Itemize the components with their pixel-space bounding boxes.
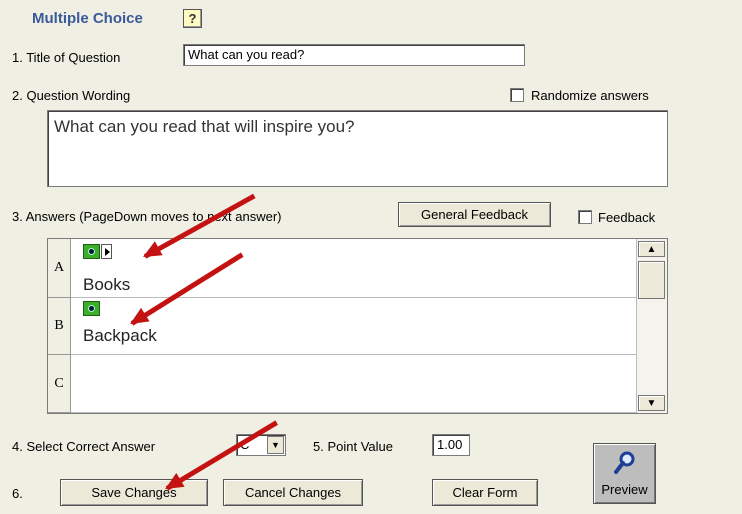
clear-form-button[interactable]: Clear Form xyxy=(432,479,538,506)
cancel-changes-button[interactable]: Cancel Changes xyxy=(223,479,363,506)
answer-text-a: Books xyxy=(83,275,131,294)
step-six-label: 6. xyxy=(12,486,23,501)
randomize-answers-label: Randomize answers xyxy=(531,88,649,103)
answer-text-b: Backpack xyxy=(83,326,157,345)
question-title-input[interactable]: What can you read? xyxy=(183,44,525,66)
scroll-down-button[interactable]: ▼ xyxy=(638,395,665,411)
scroll-thumb[interactable] xyxy=(638,261,665,299)
question-wording-textarea[interactable]: What can you read that will inspire you? xyxy=(47,110,668,187)
dropdown-arrow-icon[interactable]: ▼ xyxy=(267,436,284,454)
general-feedback-button[interactable]: General Feedback xyxy=(398,202,551,227)
answer-cell-c[interactable] xyxy=(71,355,636,413)
help-icon[interactable]: ? xyxy=(183,9,202,28)
form-title: Multiple Choice xyxy=(32,10,143,27)
row-header-d xyxy=(48,413,71,414)
question-wording-label: 2. Question Wording xyxy=(12,88,131,103)
preview-button[interactable]: Preview xyxy=(593,443,656,504)
feedback-label: Feedback xyxy=(598,210,656,225)
feedback-checkbox[interactable] xyxy=(578,210,592,224)
row-header-c: C xyxy=(48,355,71,413)
media-icon[interactable] xyxy=(83,244,100,259)
magnifier-icon xyxy=(614,451,635,474)
randomize-answers-checkbox[interactable] xyxy=(510,88,524,102)
scroll-up-button[interactable]: ▲ xyxy=(638,241,665,257)
save-changes-button[interactable]: Save Changes xyxy=(60,479,208,506)
row-header-a: A xyxy=(48,239,71,298)
question-title-label: 1. Title of Question xyxy=(12,50,121,65)
answers-label: 3. Answers (PageDown moves to next answe… xyxy=(12,209,282,224)
point-value-label: 5. Point Value xyxy=(313,439,393,454)
row-header-b: B xyxy=(48,298,71,355)
select-correct-answer-label: 4. Select Correct Answer xyxy=(12,439,156,454)
point-value-input[interactable]: 1.00 xyxy=(432,434,470,456)
play-icon[interactable] xyxy=(101,244,112,259)
preview-label: Preview xyxy=(601,482,648,497)
media-icon[interactable] xyxy=(83,301,100,316)
answers-scrollbar[interactable]: ▲ ▼ xyxy=(636,239,667,413)
